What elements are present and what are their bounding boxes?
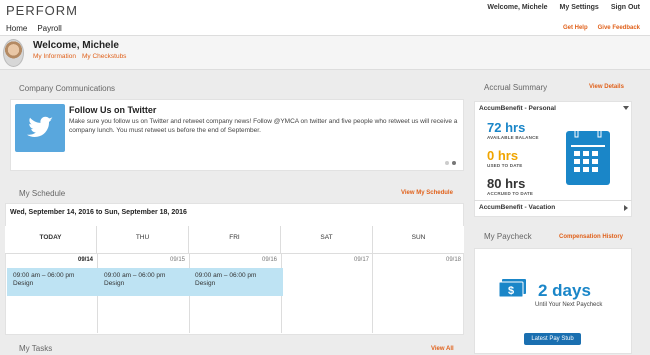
shift-time: 09:00 am – 06:00 pm: [104, 272, 166, 279]
available-balance-value: 72 hrs: [487, 120, 526, 135]
chevron-down-icon[interactable]: [623, 106, 629, 110]
carousel-dot-active[interactable]: [452, 161, 456, 165]
top-links: Welcome, Michele My Settings Sign Out: [487, 4, 640, 11]
twitter-bird-icon: [27, 116, 53, 137]
help-links: Get Help Give Feedback: [563, 25, 640, 31]
grid-divider: [372, 253, 373, 333]
twitter-icon: [15, 104, 65, 152]
view-my-schedule-link[interactable]: View My Schedule: [401, 190, 453, 196]
schedule-heading: My Schedule: [19, 189, 66, 198]
schedule-date-row: [5, 253, 464, 267]
welcome-bar: Welcome, Michele My Information My Check…: [0, 36, 650, 70]
benefit-personal-label[interactable]: AccumBenefit - Personal: [479, 105, 556, 112]
perform-logo: PERFORM: [6, 3, 78, 18]
communication-card: Follow Us on Twitter Make sure you follo…: [10, 99, 464, 171]
post-title: Follow Us on Twitter: [69, 105, 157, 115]
get-help-link[interactable]: Get Help: [563, 25, 588, 31]
view-all-tasks-link[interactable]: View All: [431, 346, 454, 352]
calendar-grid-icon: [571, 128, 605, 172]
view-details-link[interactable]: View Details: [589, 84, 624, 90]
carousel-dot[interactable]: [445, 161, 449, 165]
svg-text:$: $: [508, 285, 514, 297]
welcome-user-text: Welcome, Michele: [487, 4, 548, 11]
welcome-links: My Information My Checkstubs: [33, 53, 126, 60]
week-range: Wed, September 14, 2016 to Sun, Septembe…: [10, 209, 187, 216]
my-information-link[interactable]: My Information: [33, 53, 76, 60]
day-name: THU: [135, 234, 150, 241]
day-sun: SUN 09/18: [373, 226, 464, 263]
day-fri: FRI 09/16: [189, 226, 281, 263]
sign-out-link[interactable]: Sign Out: [611, 4, 640, 11]
nav-payroll[interactable]: Payroll: [37, 24, 61, 33]
day-thu: THU 09/15: [97, 226, 189, 263]
used-value: 0 hrs: [487, 148, 519, 163]
shift-role: Design: [104, 280, 125, 287]
day-name: FRI: [229, 234, 240, 241]
day-name: TODAY: [39, 234, 62, 241]
paycheck-subtitle: Until Your Next Paycheck: [535, 302, 603, 308]
day-name: SUN: [411, 234, 426, 241]
nav-home[interactable]: Home: [6, 24, 27, 33]
shift-today[interactable]: 09:00 am – 06:00 pm Design: [9, 268, 97, 296]
divider: [474, 200, 632, 201]
latest-pay-stub-button[interactable]: Latest Pay Stub: [524, 333, 581, 345]
compensation-history-link[interactable]: Compensation History: [559, 234, 623, 240]
shift-fri[interactable]: 09:00 am – 06:00 pm Design: [191, 268, 279, 296]
shift-time: 09:00 am – 06:00 pm: [195, 272, 257, 279]
communications-heading: Company Communications: [19, 84, 116, 93]
chevron-right-icon[interactable]: [624, 205, 628, 211]
available-balance-label: AVAILABLE BALANCE: [487, 135, 539, 140]
my-checkstubs-link[interactable]: My Checkstubs: [82, 53, 126, 60]
my-settings-link[interactable]: My Settings: [560, 4, 599, 11]
benefit-vacation-label[interactable]: AccumBenefit - Vacation: [479, 204, 555, 211]
calendar-icon: [566, 128, 610, 185]
main-nav: Home Payroll: [6, 24, 62, 33]
paycheck-heading: My Paycheck: [484, 232, 532, 241]
shift-role: Design: [195, 280, 216, 287]
accrued-label: ACCRUED TO DATE: [487, 191, 534, 196]
money-icon: $: [497, 279, 527, 299]
accrual-heading: Accrual Summary: [484, 83, 548, 92]
day-sat: SAT 09/17: [281, 226, 373, 263]
days-until-paycheck: 2 days: [538, 281, 591, 300]
tasks-heading: My Tasks: [19, 344, 53, 353]
day-today: TODAY 09/14: [5, 226, 97, 263]
used-label: USED TO DATE: [487, 163, 523, 168]
shift-thu[interactable]: 09:00 am – 06:00 pm Design: [100, 268, 188, 296]
shift-role: Design: [13, 280, 34, 287]
top-bar: PERFORM Welcome, Michele My Settings Sig…: [0, 0, 650, 23]
accrued-value: 80 hrs: [487, 176, 526, 191]
welcome-title: Welcome, Michele: [33, 40, 119, 51]
post-text: Make sure you follow us on Twitter and r…: [69, 118, 458, 134]
shift-time: 09:00 am – 06:00 pm: [13, 272, 75, 279]
money-bills-icon: $: [498, 279, 526, 298]
carousel-dots: [445, 161, 456, 165]
give-feedback-link[interactable]: Give Feedback: [598, 25, 640, 31]
day-name: SAT: [320, 234, 333, 241]
avatar[interactable]: [3, 39, 24, 67]
nav-bar: Home Payroll Get Help Give Feedback: [0, 23, 650, 36]
day-header-row: TODAY 09/14 THU 09/15 FRI 09/16 SAT 09/1…: [5, 226, 464, 263]
